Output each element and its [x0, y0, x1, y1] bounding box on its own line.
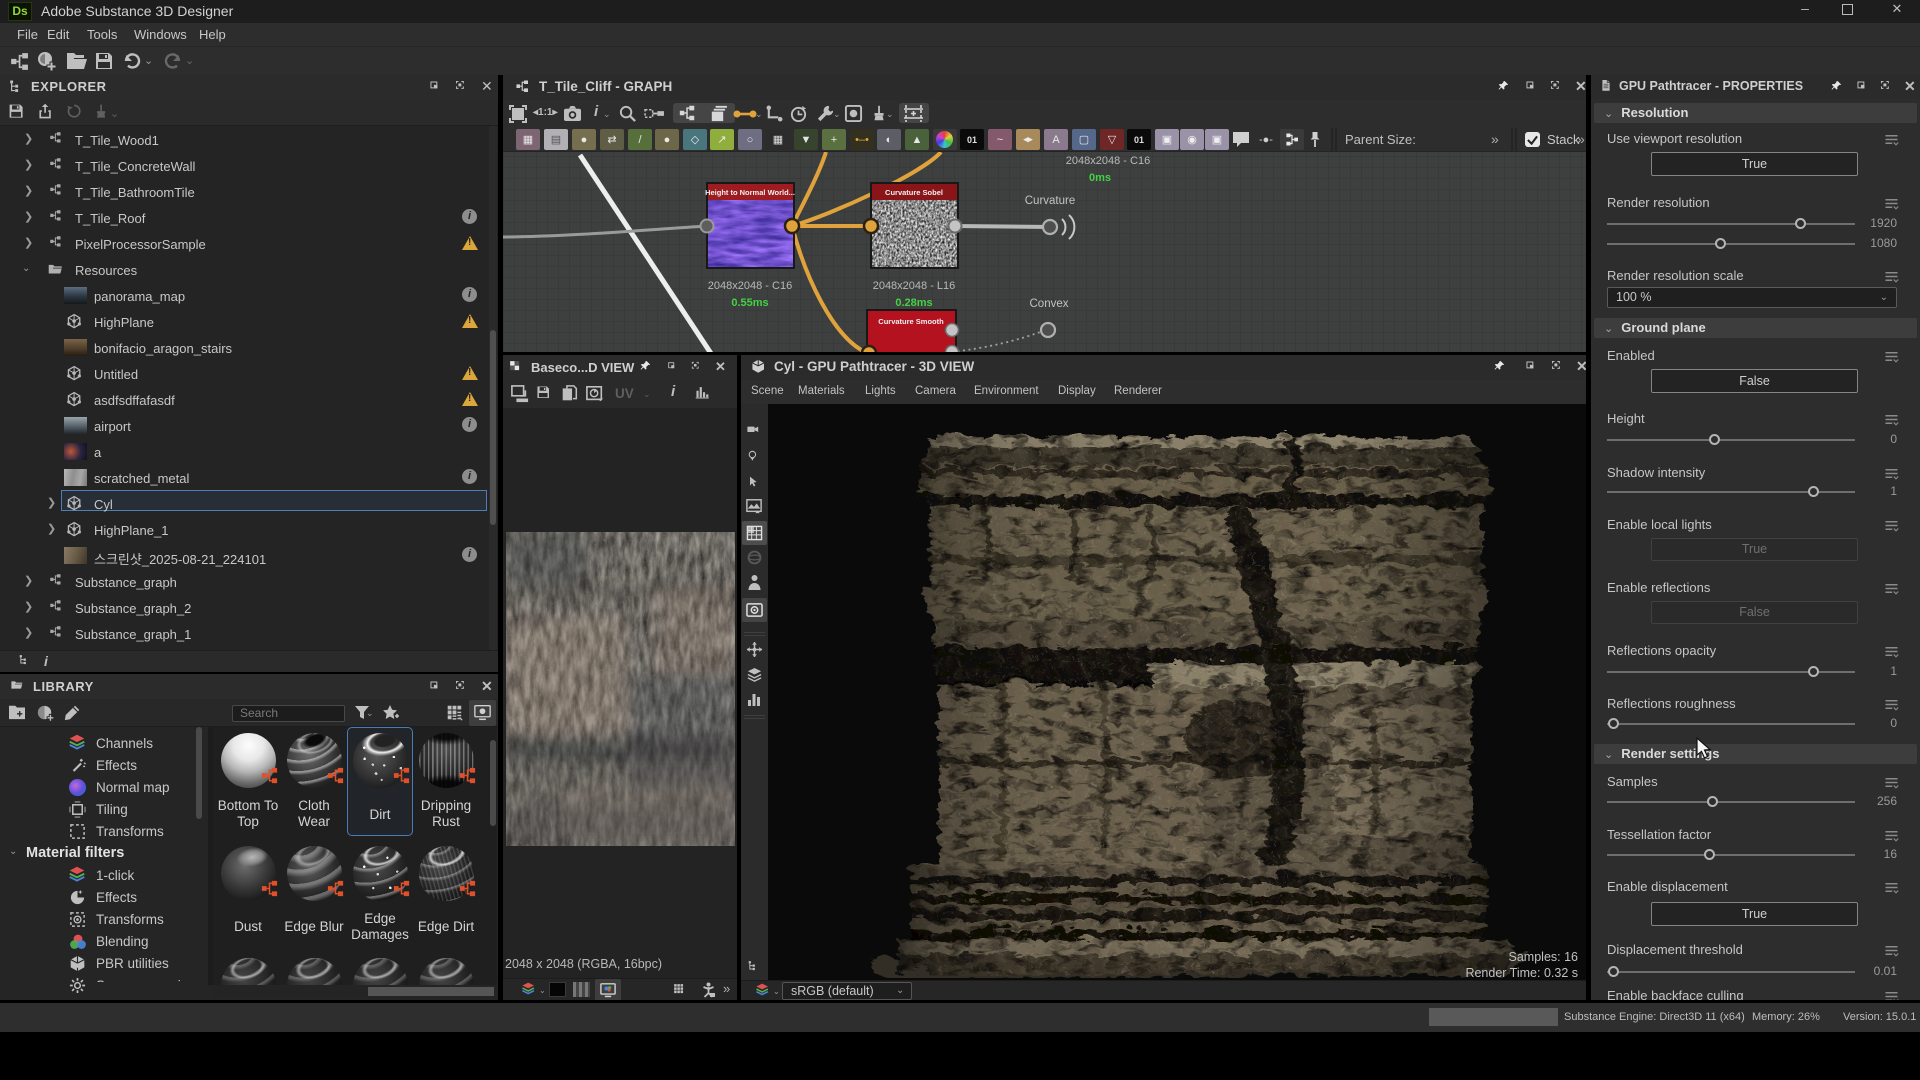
svg-text:0ms: 0ms [1089, 172, 1111, 184]
svg-text:0.55ms: 0.55ms [731, 297, 768, 309]
svg-text:2048x2048 - C16: 2048x2048 - C16 [708, 280, 792, 292]
svg-text:Curvature: Curvature [1025, 195, 1076, 207]
svg-text:2048x2048 - L16: 2048x2048 - L16 [873, 280, 956, 292]
svg-text:Height to Normal World...: Height to Normal World... [705, 188, 795, 197]
svg-text:Curvature Smooth: Curvature Smooth [878, 317, 944, 326]
svg-text:2048x2048 - C16: 2048x2048 - C16 [1066, 155, 1150, 167]
svg-text:0.28ms: 0.28ms [895, 297, 932, 309]
svg-text:Convex: Convex [1030, 298, 1069, 310]
svg-text:Curvature Sobel: Curvature Sobel [885, 188, 943, 197]
